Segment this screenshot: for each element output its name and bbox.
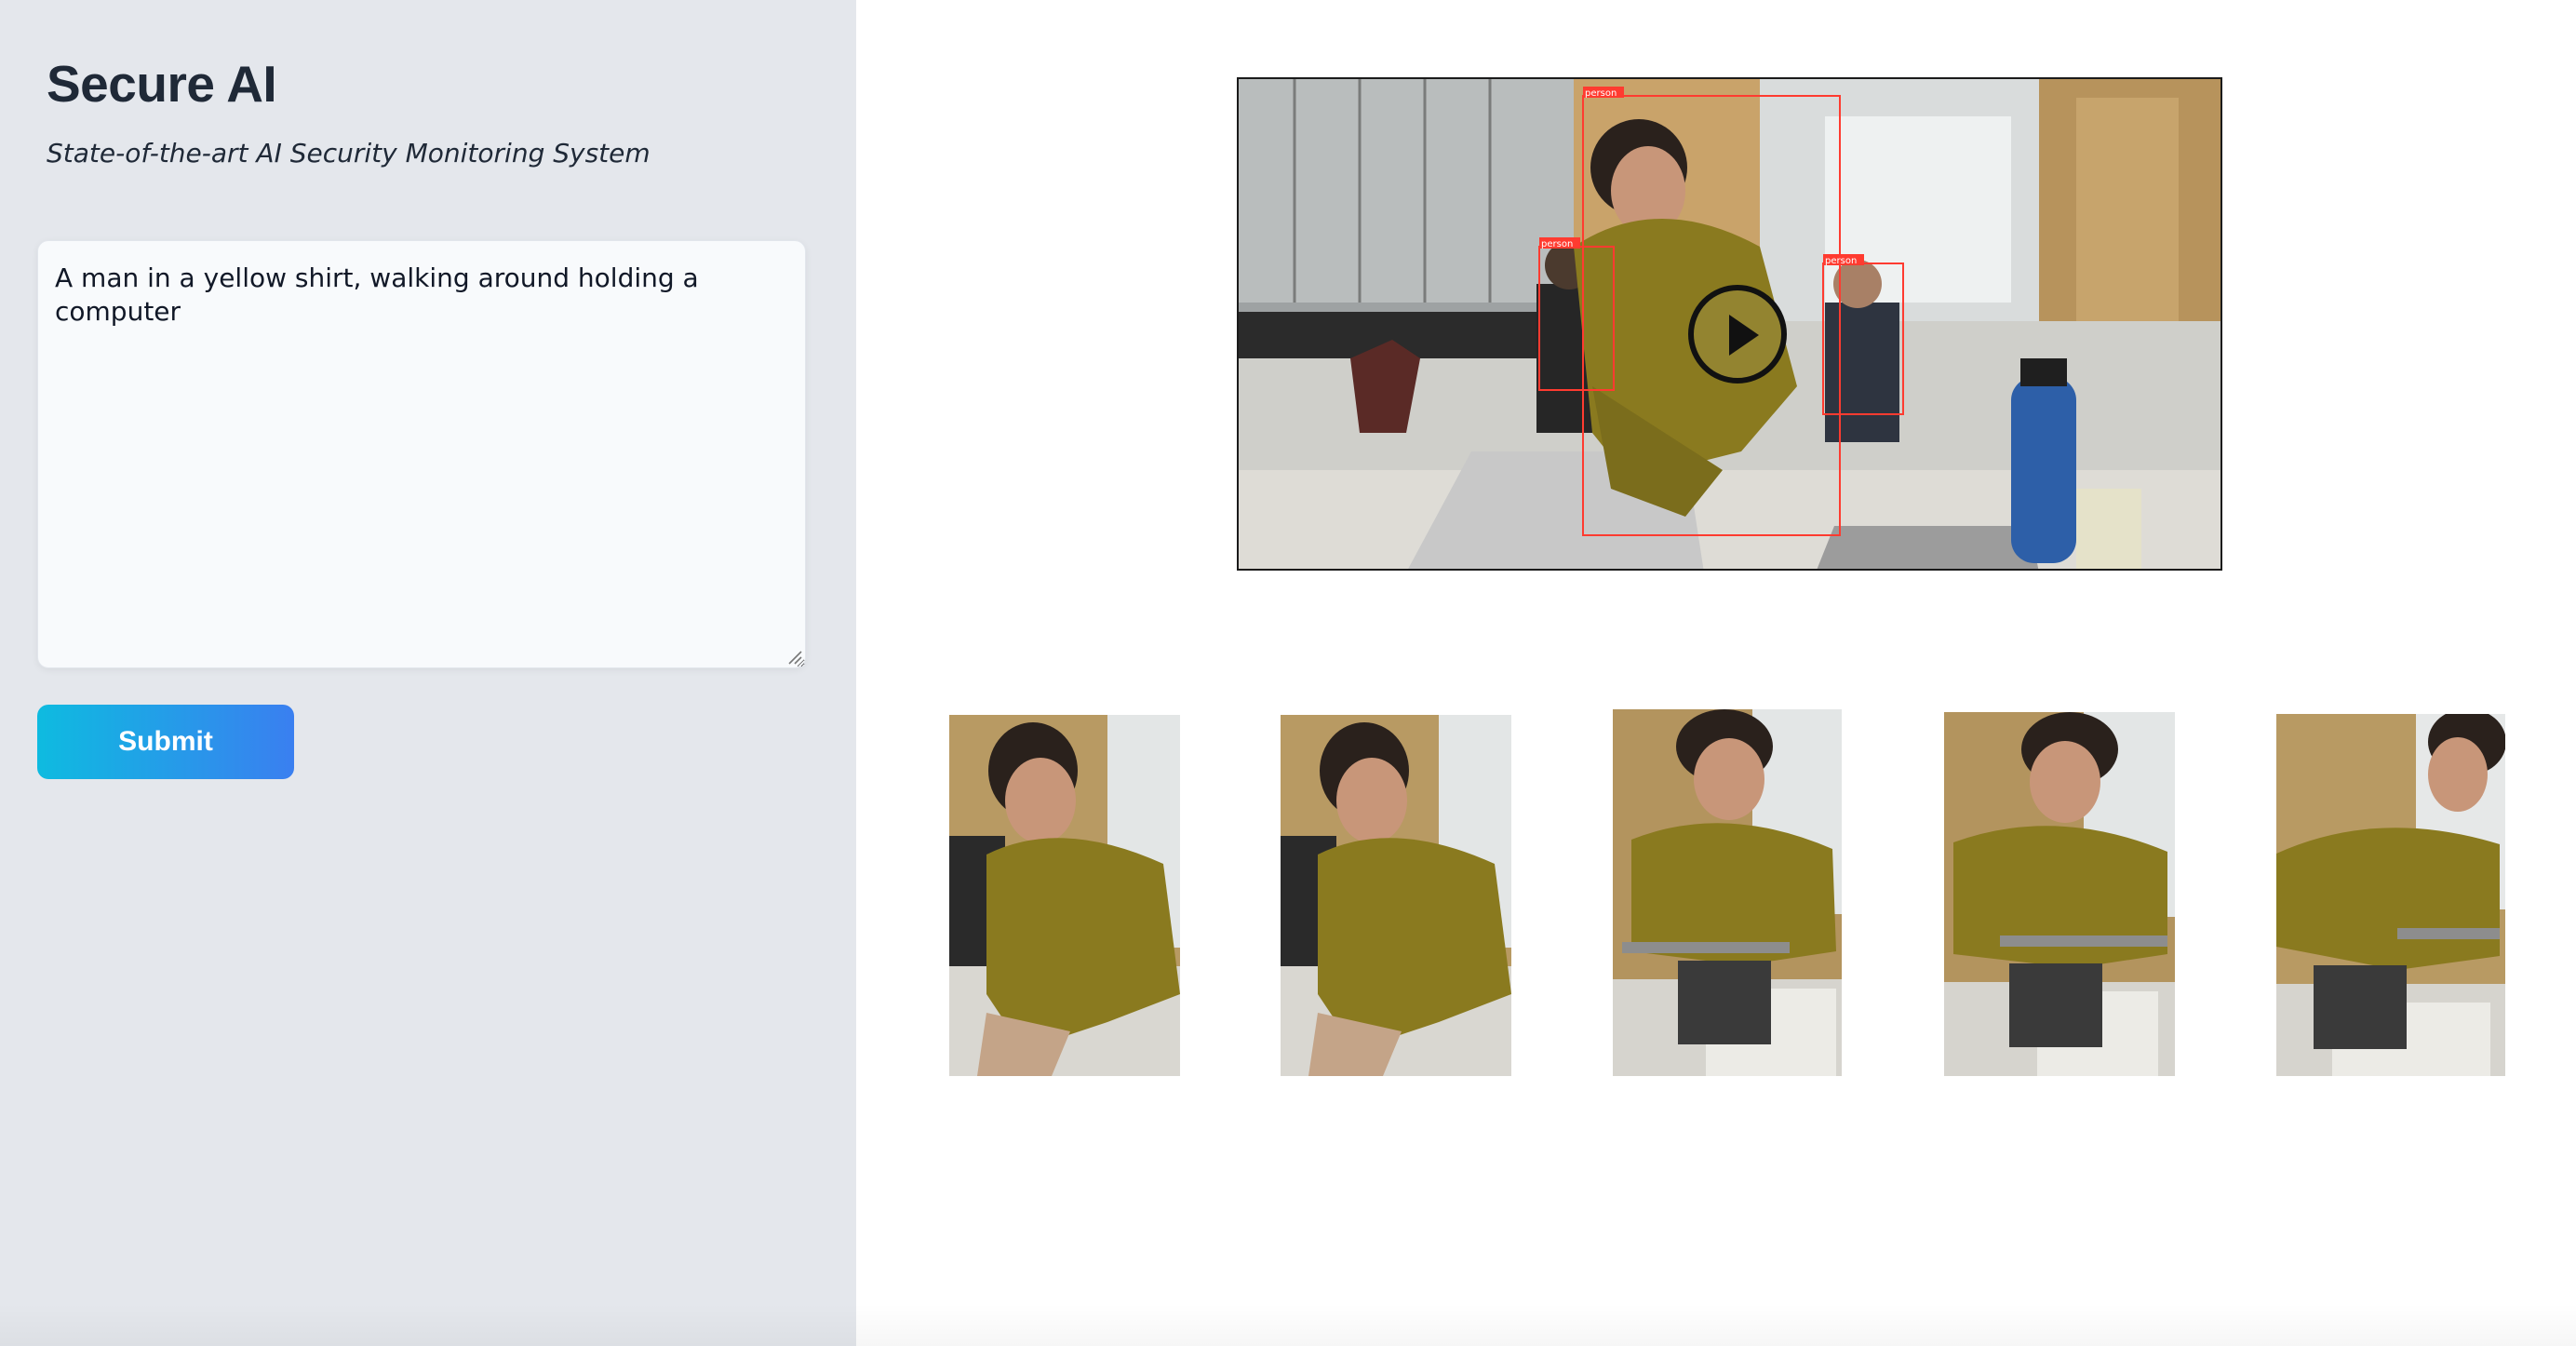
thumbnail-image xyxy=(1944,712,2175,1076)
play-icon[interactable] xyxy=(1688,285,1787,384)
detection-label: person xyxy=(1825,256,1857,266)
thumbnail-frame[interactable] xyxy=(2276,714,2505,1076)
page-bottom-shadow xyxy=(0,1303,2576,1346)
detection-label: person xyxy=(1541,239,1573,249)
play-triangle-icon xyxy=(1729,315,1759,356)
thumbnail-image xyxy=(1613,709,1842,1076)
thumbnail-frame[interactable] xyxy=(949,715,1180,1076)
thumbnail-image xyxy=(2276,714,2505,1076)
thumbnail-image xyxy=(949,715,1180,1076)
thumbnail-image xyxy=(1281,715,1511,1076)
thumbnail-frame[interactable] xyxy=(1613,709,1842,1076)
app-subtitle: State-of-the-art AI Security Monitoring … xyxy=(47,138,651,168)
resize-handle-icon[interactable] xyxy=(787,650,802,665)
search-prompt-input[interactable] xyxy=(37,240,806,668)
submit-button[interactable]: Submit xyxy=(37,705,294,779)
sidebar: Secure AI State-of-the-art AI Security M… xyxy=(0,0,856,1346)
thumbnail-frame[interactable] xyxy=(1944,712,2175,1076)
detection-label: person xyxy=(1585,88,1617,99)
app-title: Secure AI xyxy=(47,55,277,113)
thumbnail-frame[interactable] xyxy=(1281,715,1511,1076)
